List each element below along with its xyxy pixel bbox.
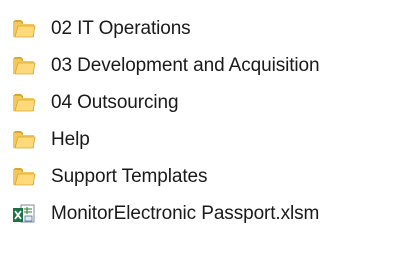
folder-item-support-templates[interactable]: Support Templates xyxy=(0,158,397,195)
folder-icon xyxy=(13,94,36,112)
folder-label: 03 Development and Acquisition xyxy=(51,55,320,76)
folder-item-help[interactable]: Help xyxy=(0,121,397,158)
folder-icon xyxy=(13,168,36,186)
folder-label: 04 Outsourcing xyxy=(51,92,179,113)
folder-item-02-it-operations[interactable]: 02 IT Operations xyxy=(0,10,397,47)
folder-icon xyxy=(13,57,36,75)
excel-macro-file-icon xyxy=(13,204,35,223)
file-item-monitorelectronic-passport[interactable]: MonitorElectronic Passport.xlsm xyxy=(0,195,397,232)
folder-label: Support Templates xyxy=(51,166,208,187)
folder-label: Help xyxy=(51,129,90,150)
folder-item-03-development-and-acquisition[interactable]: 03 Development and Acquisition xyxy=(0,47,397,84)
folder-item-04-outsourcing[interactable]: 04 Outsourcing xyxy=(0,84,397,121)
file-list: 02 IT Operations 03 Development and Acqu… xyxy=(0,10,397,232)
folder-icon xyxy=(13,20,36,38)
folder-icon xyxy=(13,131,36,149)
folder-label: 02 IT Operations xyxy=(51,18,191,39)
file-label: MonitorElectronic Passport.xlsm xyxy=(51,203,320,224)
